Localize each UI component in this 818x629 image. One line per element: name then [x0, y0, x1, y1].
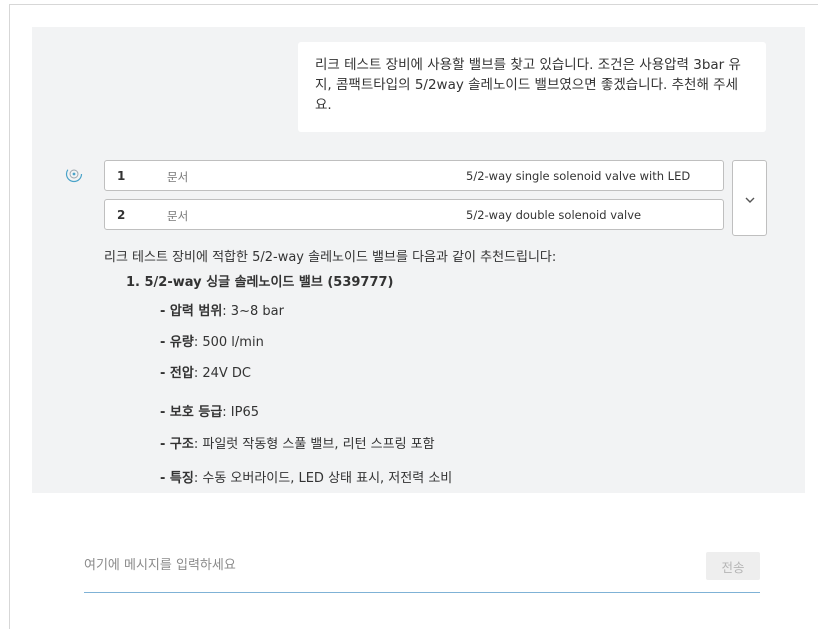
spec-label: - 전압: [160, 366, 194, 381]
source-type: 문서: [167, 170, 189, 184]
source-title: 5/2-way double solenoid valve: [466, 208, 642, 222]
spec-pressure-range: - 압력 범위: 3~8 bar: [160, 300, 284, 319]
spec-value: : 파일럿 작동형 스풀 밸브, 리턴 스프링 포함: [193, 437, 435, 452]
source-item-1[interactable]: 1 문서 5/2-way single solenoid valve with …: [104, 160, 724, 191]
spec-value: : 500 l/min: [193, 335, 264, 350]
source-number: 2: [117, 208, 126, 222]
spec-flow-rate: - 유량: 500 l/min: [160, 331, 264, 350]
user-message-bubble: 리크 테스트 장비에 사용할 밸브를 찾고 있습니다. 조건은 사용압력 3ba…: [298, 42, 766, 132]
assistant-spinner-icon: [65, 165, 83, 183]
answer-item-title: 1. 5/2-way 싱글 솔레노이드 밸브 (539777): [126, 275, 394, 290]
source-list: 1 문서 5/2-way single solenoid valve with …: [104, 160, 724, 238]
spec-features: - 특징: 수동 오버라이드, LED 상태 표시, 저전력 소비: [160, 467, 452, 486]
send-button[interactable]: 전송: [706, 552, 760, 580]
spec-value: : 24V DC: [193, 366, 252, 381]
spec-value: : 3~8 bar: [222, 304, 284, 319]
spec-label: - 유량: [160, 335, 194, 350]
spec-label: - 보호 등급: [160, 405, 223, 420]
spec-label: - 압력 범위: [160, 304, 223, 319]
spec-value: : IP65: [222, 405, 260, 420]
user-message-line: 지, 콤팩트타입의 5/2way 솔레노이드 밸브였으면 좋겠습니다. 추천해 …: [315, 77, 738, 93]
spec-protection-rating: - 보호 등급: IP65: [160, 401, 259, 420]
user-message-line: 리크 테스트 장비에 사용할 밸브를 찾고 있습니다. 조건은 사용압력 3ba…: [315, 57, 741, 73]
source-type: 문서: [167, 209, 189, 223]
spec-label: - 구조: [160, 437, 194, 452]
spec-value: : 수동 오버라이드, LED 상태 표시, 저전력 소비: [193, 471, 453, 486]
spec-voltage: - 전압: 24V DC: [160, 362, 251, 381]
message-composer: 전송: [84, 552, 760, 593]
chevron-down-icon: [744, 189, 756, 208]
user-message-line: 요.: [315, 97, 332, 113]
source-number: 1: [117, 169, 126, 183]
source-item-2[interactable]: 2 문서 5/2-way double solenoid valve: [104, 199, 724, 230]
spec-label: - 특징: [160, 471, 194, 486]
answer-intro: 리크 테스트 장비에 적합한 5/2-way 솔레노이드 밸브를 다음과 같이 …: [104, 250, 557, 265]
source-title: 5/2-way single solenoid valve with LED: [466, 169, 691, 183]
spec-structure: - 구조: 파일럿 작동형 스풀 밸브, 리턴 스프링 포함: [160, 433, 435, 452]
message-input[interactable]: [84, 552, 684, 578]
expand-sources-button[interactable]: [732, 160, 767, 236]
